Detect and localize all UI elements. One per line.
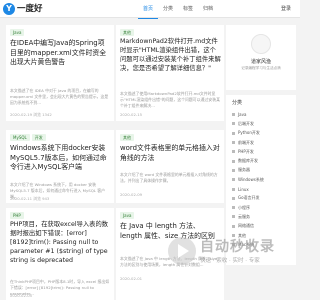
category-item[interactable]: Linux <box>232 184 264 193</box>
article-meta: 2020-02-19 浏览 1342 <box>10 112 52 117</box>
profile-description: 记录编程学习与生活点滴 <box>241 66 281 70</box>
article-excerpt: 本文描述了使用MarkdownPad2软件打开.md文件时显示"HTML渲染组件… <box>120 91 220 109</box>
category-item[interactable]: 网络通信 <box>232 222 264 231</box>
article-card[interactable]: MySQL 开发 Windows系统下用docker安装MySQL5.7版本后，… <box>6 130 114 203</box>
folder-icon <box>232 150 235 154</box>
article-tag[interactable]: PHP <box>10 212 24 219</box>
article-tag[interactable]: 其他 <box>120 134 134 141</box>
article-meta: 2020-02-01 <box>120 276 143 281</box>
article-tag[interactable]: 开发 <box>31 134 46 141</box>
folder-icon <box>232 131 235 135</box>
article-tag[interactable]: MySQL <box>10 134 30 141</box>
folder-icon <box>232 168 235 172</box>
category-item[interactable]: PHP开发 <box>232 147 264 156</box>
article-excerpt: 本文描述了在 IDEA 中对于 Java 的项目，在编写的 mapper.xml… <box>10 88 109 106</box>
folder-icon <box>232 178 235 182</box>
nav-tags[interactable]: 标签 <box>178 0 198 19</box>
folder-icon <box>232 113 235 117</box>
category-list: Java 后端开发 Python开发 前端开发 PHP开发 数据库开发 服务器 … <box>232 110 264 249</box>
article-tag[interactable]: Java <box>10 29 25 36</box>
folder-icon <box>232 206 235 210</box>
article-tag[interactable]: 其他 <box>120 29 134 36</box>
play-icon <box>168 237 196 265</box>
article-card[interactable]: Java 在IDEA中编写Java的Spring项目里的mapper.xml文件… <box>6 25 114 121</box>
article-meta: 2020-02-09 <box>120 192 143 197</box>
main-nav: 首页 分类 标签 归档 <box>138 0 218 19</box>
nav-archive[interactable]: 归档 <box>198 0 218 19</box>
folder-icon <box>232 159 235 163</box>
login-link[interactable]: 登录 <box>281 0 291 18</box>
article-title[interactable]: MarkdownPad2软件打开.md文件时显示"HTML渲染组件出错，这个问题… <box>120 38 221 74</box>
nav-home[interactable]: 首页 <box>138 0 159 19</box>
article-title[interactable]: PHP项目，在获取excel导入表的数据时报出如下错误：[error] [819… <box>10 221 111 266</box>
article-card[interactable]: 其他 MarkdownPad2软件打开.md文件时显示"HTML渲染组件出错，这… <box>116 25 224 121</box>
folder-icon <box>232 224 235 228</box>
folder-icon <box>232 141 235 145</box>
category-item[interactable]: Java <box>232 110 264 119</box>
category-item[interactable]: 服务器 <box>232 166 264 175</box>
category-item[interactable]: Python开发 <box>232 129 264 138</box>
article-card[interactable]: PHP PHP项目，在获取excel导入表的数据时报出如下错误：[error] … <box>6 208 114 300</box>
profile-name: 道家风渔 <box>250 59 271 65</box>
folder-icon <box>232 196 235 200</box>
nav-categories[interactable]: 分类 <box>158 0 178 19</box>
category-item[interactable]: 前端开发 <box>232 138 264 147</box>
category-item[interactable]: 小程序 <box>232 203 264 212</box>
category-item[interactable]: 云服务 <box>232 212 264 221</box>
site-logo[interactable]: Y <box>3 3 15 15</box>
article-title[interactable]: word文件表格里的单元格插入对角线的方法 <box>120 144 221 163</box>
category-item[interactable]: Windows系统 <box>232 175 264 184</box>
folder-icon <box>232 215 235 219</box>
profile-card: 道家风渔 记录编程学习与生活点滴 <box>226 25 296 90</box>
article-title[interactable]: 在IDEA中编写Java的Spring项目里的mapper.xml文件时资全出现… <box>10 39 111 68</box>
article-tag[interactable]: Java <box>120 212 135 219</box>
watermark-subtitle: 快速 · 索收 · 实时 · 专家 <box>200 258 260 264</box>
header: Y 一度好 首页 分类 标签 归档 登录 <box>0 0 300 19</box>
article-title[interactable]: Windows系统下用docker安装MySQL5.7版本后，如何通过命令行进入… <box>10 144 111 173</box>
article-card[interactable]: 其他 word文件表格里的单元格插入对角线的方法 本文介绍了在 word 文件表… <box>116 130 224 203</box>
category-item[interactable]: 后端开发 <box>232 119 264 128</box>
article-excerpt: 本文介绍了在 word 文件表格里的单元格插入对角线的方法，并列出了具体操作步骤… <box>120 172 218 184</box>
watermark-overlay: 自动秒收录 快速 · 索收 · 实时 · 专家 <box>168 236 298 266</box>
category-item[interactable]: 数据库开发 <box>232 156 264 165</box>
article-meta: 2020-02-11 浏览 943 <box>10 196 50 201</box>
article-meta: 2020-02-15 <box>120 112 143 117</box>
folder-icon <box>232 187 235 191</box>
watermark-title: 自动秒收录 <box>200 239 275 255</box>
category-item[interactable]: Go语言开发 <box>232 194 264 203</box>
folder-icon <box>232 122 235 126</box>
category-panel-title: 分类 <box>232 100 243 106</box>
article-meta: 2020-02-05 <box>10 293 33 298</box>
site-name[interactable]: 一度好 <box>17 3 43 15</box>
avatar[interactable] <box>251 34 271 54</box>
